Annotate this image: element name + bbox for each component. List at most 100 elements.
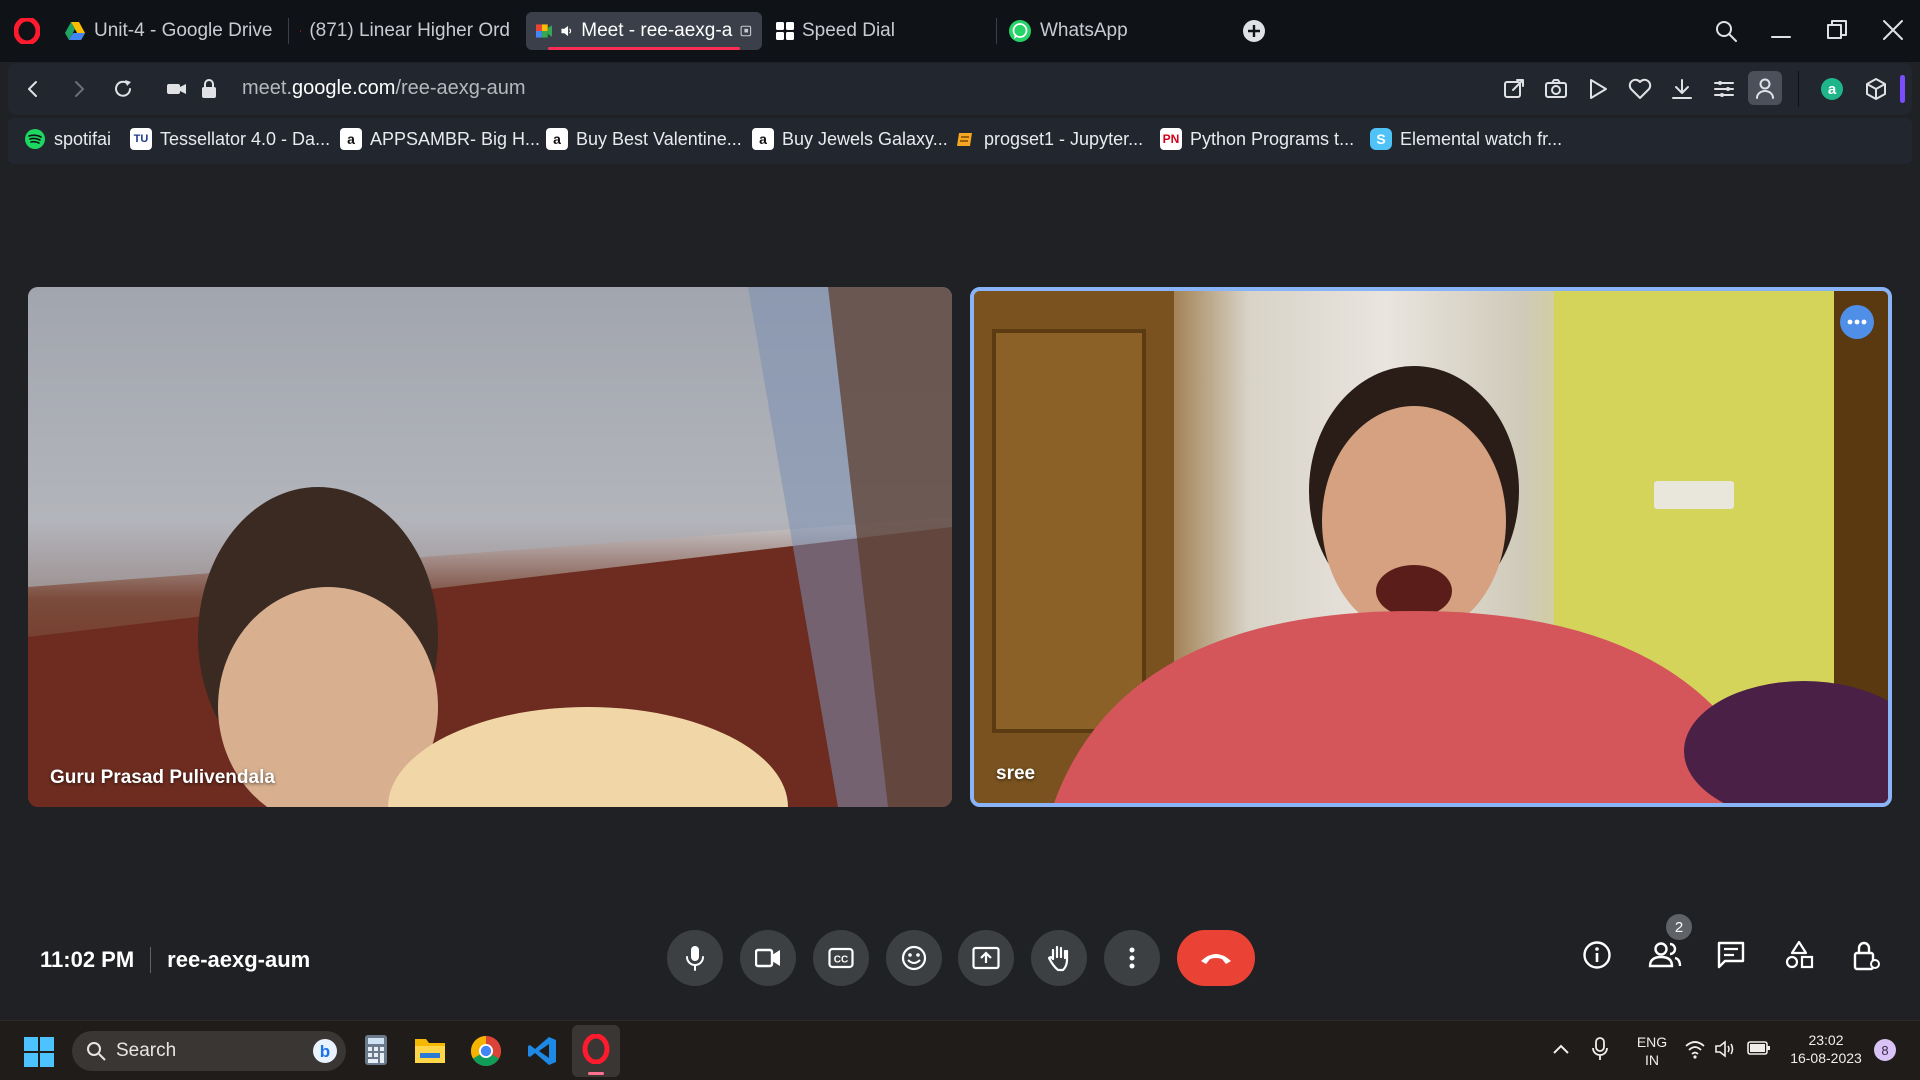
player-icon[interactable] <box>1586 77 1610 101</box>
close-window-icon[interactable] <box>1882 19 1904 41</box>
wifi-icon[interactable] <box>1684 1039 1706 1059</box>
tab-youtube[interactable]: (871) Linear Higher Ord <box>290 12 520 50</box>
divider <box>150 947 152 973</box>
bookmark-progset1[interactable]: progset1 - Jupyter... <box>954 128 1143 150</box>
activities-icon[interactable] <box>1784 940 1814 970</box>
extensions-cube-icon[interactable] <box>1864 77 1888 101</box>
chrome-icon[interactable] <box>470 1035 502 1067</box>
profile-icon <box>1756 78 1774 99</box>
bookmark-python-programs[interactable]: PN Python Programs t... <box>1160 128 1354 150</box>
sidebar-handle[interactable] <box>1900 75 1905 103</box>
amazon-icon: a <box>546 128 568 150</box>
tab-google-meet[interactable]: Meet - ree-aexg-a <box>526 12 762 50</box>
microphone-icon <box>686 946 704 971</box>
participant-name: Guru Prasad Pulivendala <box>50 767 275 788</box>
clock-time: 23:02 <box>1808 1032 1844 1048</box>
file-explorer-icon[interactable] <box>414 1035 446 1065</box>
captions-button[interactable]: CC <box>813 930 869 986</box>
new-tab-icon[interactable] <box>1242 19 1266 43</box>
search-placeholder: Search <box>116 1040 177 1061</box>
raise-hand-button[interactable] <box>1031 930 1087 986</box>
extension-a-icon[interactable]: a <box>1820 77 1844 101</box>
jupyter-icon <box>957 133 972 146</box>
bookmark-spotifai[interactable]: spotifai <box>24 128 111 150</box>
bookmark-tessellator[interactable]: TU Tessellator 4.0 - Da... <box>130 128 330 150</box>
calculator-icon[interactable] <box>364 1034 388 1066</box>
volume-icon[interactable] <box>1714 1039 1736 1059</box>
meeting-details-icon[interactable] <box>1582 940 1612 970</box>
taskbar-search[interactable]: Search b <box>72 1031 346 1071</box>
bookmark-label: Elemental watch fr... <box>1400 128 1563 149</box>
minimize-icon[interactable] <box>1770 19 1792 43</box>
bookmark-valentine[interactable]: a Buy Best Valentine... <box>546 128 742 150</box>
url-field[interactable]: meet.google.com/ree-aexg-aum <box>242 77 526 100</box>
snapshot-icon[interactable] <box>1544 77 1568 101</box>
opera-logo-icon[interactable] <box>14 18 40 44</box>
easy-setup-icon[interactable] <box>1712 77 1736 101</box>
people-icon[interactable] <box>1648 940 1682 970</box>
microphone-button[interactable] <box>667 930 723 986</box>
tab-speed-dial[interactable]: Speed Dial <box>766 12 996 50</box>
search-tabs-icon[interactable] <box>1714 19 1738 43</box>
back-icon[interactable] <box>22 78 44 100</box>
language-line2: IN <box>1645 1052 1659 1068</box>
windows-start-icon[interactable] <box>24 1037 54 1067</box>
camera-permission-icon[interactable] <box>166 78 188 100</box>
speed-dial-icon <box>776 22 794 40</box>
tab-whatsapp[interactable]: WhatsApp <box>998 12 1228 50</box>
more-options-button[interactable] <box>1104 930 1160 986</box>
participant-tile[interactable]: Guru Prasad Pulivendala <box>28 287 952 807</box>
show-hidden-icons-icon[interactable] <box>1552 1041 1570 1057</box>
restore-icon[interactable] <box>1826 19 1848 41</box>
reload-icon[interactable] <box>112 78 134 100</box>
url-prefix: meet. <box>242 77 293 99</box>
opera-icon <box>582 1034 610 1064</box>
leave-call-button[interactable] <box>1177 930 1255 986</box>
speaker-icon[interactable] <box>560 22 573 40</box>
microphone-in-use-icon[interactable] <box>1592 1037 1608 1061</box>
elemental-icon: S <box>1370 128 1392 150</box>
language-indicator[interactable]: ENG IN <box>1632 1033 1672 1069</box>
participant-video <box>28 287 952 807</box>
present-screen-button[interactable] <box>958 930 1014 986</box>
meeting-time: 11:02 PM <box>40 947 135 972</box>
taskbar-opera-button[interactable] <box>572 1025 620 1077</box>
tab-separator <box>996 18 997 44</box>
vscode-icon[interactable] <box>526 1035 558 1067</box>
bookmark-jewels[interactable]: a Buy Jewels Galaxy... <box>752 128 948 150</box>
taskbar-clock[interactable]: 23:02 16-08-2023 <box>1780 1031 1872 1067</box>
more-vertical-icon <box>1129 947 1135 969</box>
tessellator-icon: TU <box>130 128 152 150</box>
participant-name: sree <box>996 763 1036 784</box>
emoji-icon <box>901 945 927 971</box>
chat-icon[interactable] <box>1716 940 1746 970</box>
bookmark-heart-icon[interactable] <box>1628 77 1652 101</box>
bookmark-label: progset1 - Jupyter... <box>984 128 1144 149</box>
tab-google-drive[interactable]: Unit-4 - Google Drive <box>54 12 284 50</box>
bookmark-label: Buy Best Valentine... <box>576 128 742 149</box>
camera-button[interactable] <box>740 930 796 986</box>
participant-tile-active-speaker[interactable]: sree <box>970 287 1892 807</box>
svg-text:CC: CC <box>834 955 848 966</box>
participant-options-button[interactable] <box>1840 305 1874 339</box>
google-meet-icon <box>536 24 553 38</box>
battery-icon[interactable] <box>1746 1039 1772 1057</box>
bookmark-label: Tessellator 4.0 - Da... <box>160 128 331 149</box>
bookmarks-bar: spotifai TU Tessellator 4.0 - Da... a AP… <box>8 118 1912 164</box>
more-horizontal-icon <box>1847 319 1867 325</box>
tab-snap-icon[interactable] <box>740 23 752 39</box>
profile-button[interactable] <box>1748 71 1782 105</box>
url-path: /ree-aexg-aum <box>395 77 526 99</box>
windows-taskbar: Search b ENG IN 23:02 16-08-2023 8 <box>0 1020 1920 1080</box>
tab-label: Meet - ree-aexg-a <box>581 20 733 41</box>
bookmark-elemental[interactable]: S Elemental watch fr... <box>1370 128 1562 150</box>
download-icon[interactable] <box>1670 77 1694 101</box>
forward-icon[interactable] <box>68 78 90 100</box>
bookmark-appsambr[interactable]: a APPSAMBR- Big H... <box>340 128 540 150</box>
lock-icon[interactable] <box>200 78 218 100</box>
share-icon[interactable] <box>1502 77 1526 101</box>
reactions-button[interactable] <box>886 930 942 986</box>
notification-badge[interactable]: 8 <box>1874 1039 1896 1061</box>
host-controls-icon[interactable] <box>1852 940 1882 972</box>
people-count-badge: 2 <box>1666 914 1692 940</box>
